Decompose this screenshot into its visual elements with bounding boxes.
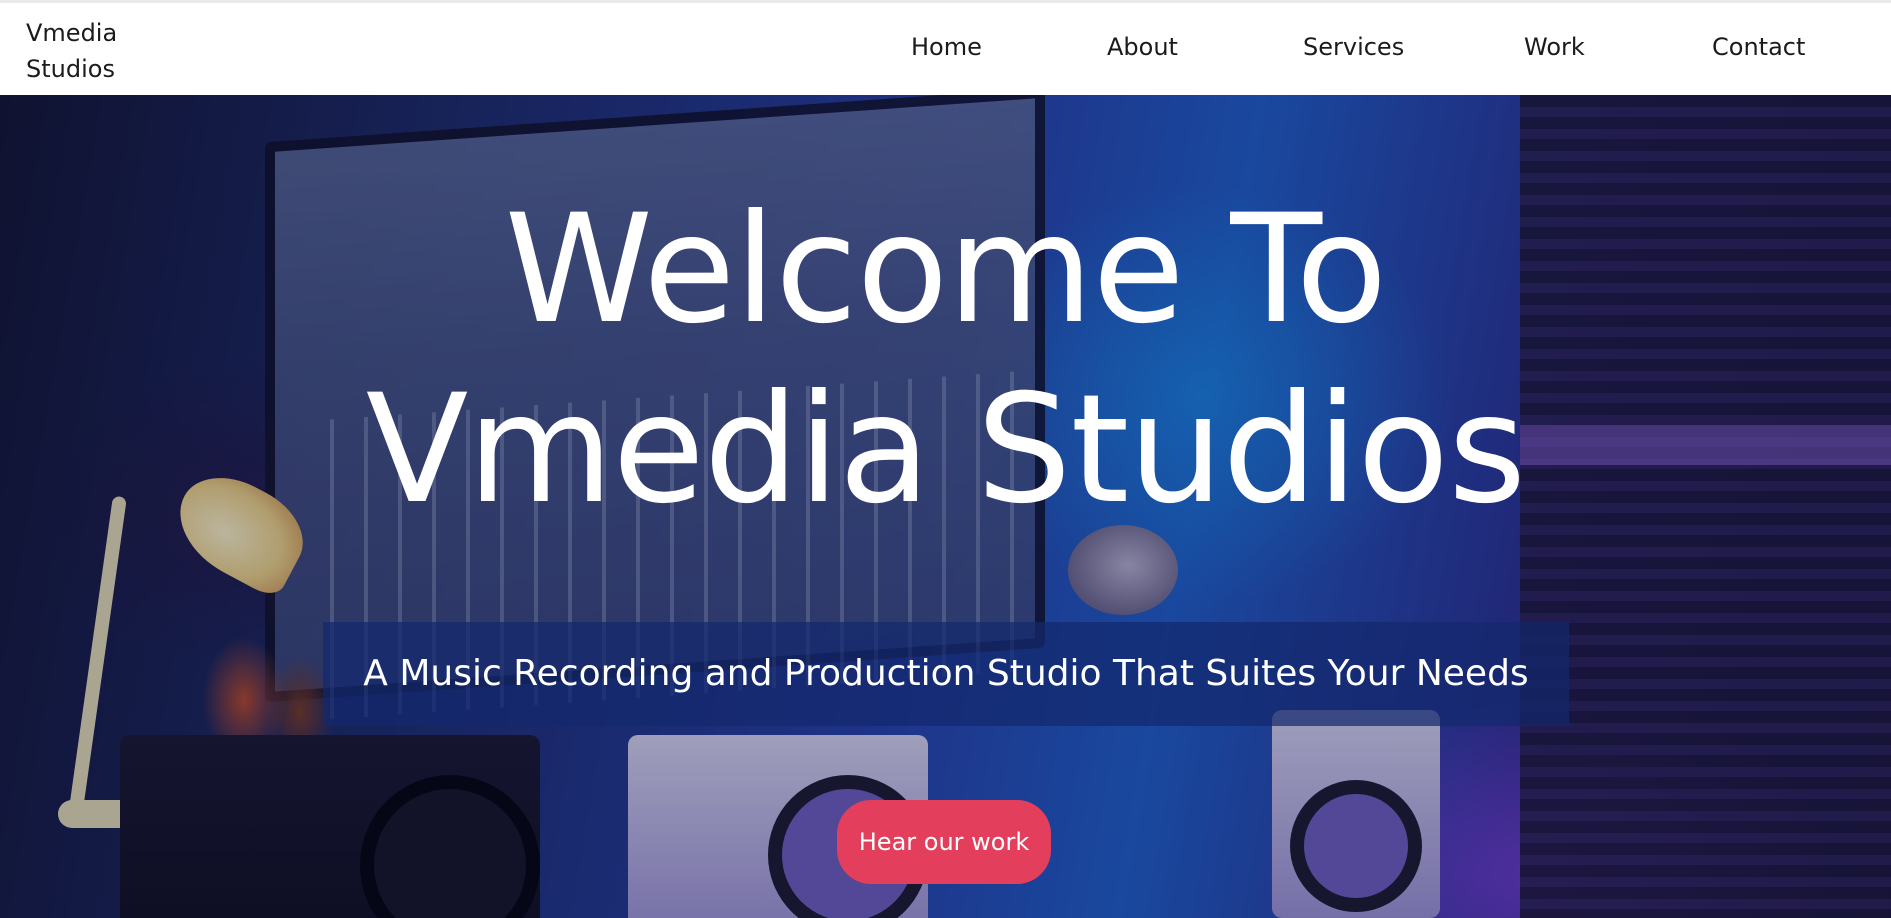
nav-services[interactable]: Services [1303,29,1404,65]
hero-title: Welcome To Vmedia Studios [0,180,1891,540]
nav-about[interactable]: About [1107,29,1178,65]
navbar: Vmedia Studios Home About Services Work … [0,3,1891,95]
hero-title-line1: Welcome To [504,183,1388,357]
hear-our-work-button[interactable]: Hear our work [837,800,1051,884]
nav-menu: Home About Services Work Contact [0,29,1891,69]
hero-title-line2: Vmedia Studios [365,363,1526,537]
nav-contact[interactable]: Contact [1712,29,1805,65]
hero-section: Welcome To Vmedia Studios A Music Record… [0,95,1891,918]
hero-tagline: A Music Recording and Production Studio … [363,653,1529,694]
nav-work[interactable]: Work [1524,29,1585,65]
nav-home[interactable]: Home [911,29,982,65]
tagline-banner: A Music Recording and Production Studio … [323,622,1569,726]
